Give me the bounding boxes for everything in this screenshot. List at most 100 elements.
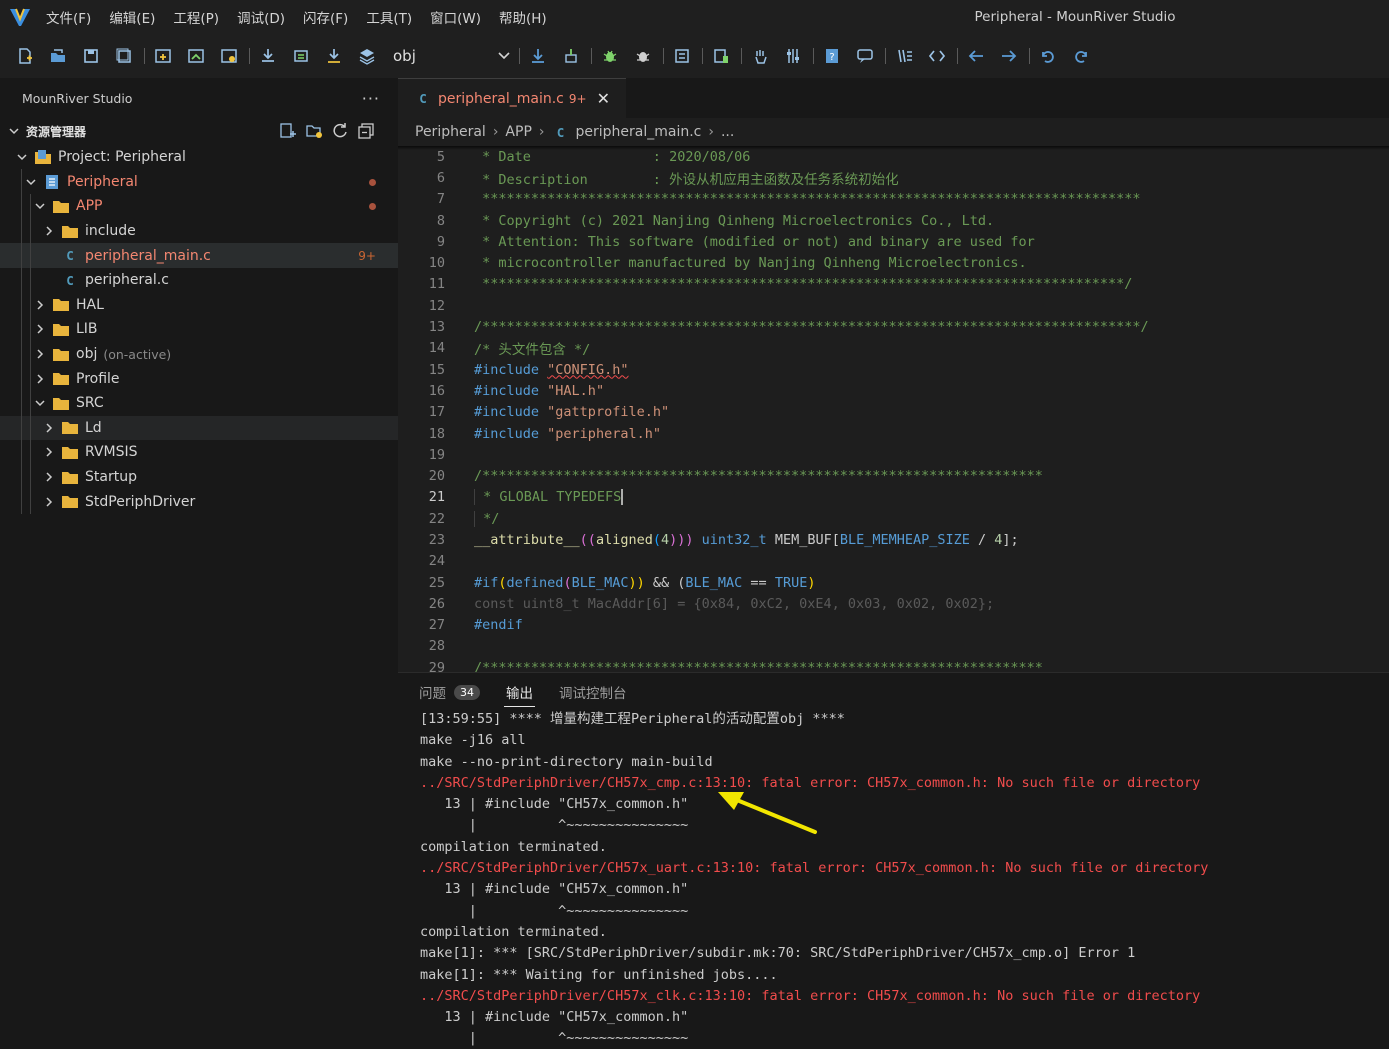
tree-item-startup[interactable]: Startup: [0, 465, 398, 490]
chevron-right-icon: [41, 223, 57, 239]
collapse-all-icon[interactable]: [356, 121, 376, 141]
code-keyword: #include: [474, 361, 540, 378]
tree-item-peripheral-c[interactable]: C peripheral.c: [0, 268, 398, 293]
format-code-icon[interactable]: [891, 43, 917, 69]
tree-item-obj[interactable]: obj (on-active): [0, 342, 398, 367]
c-file-icon: C: [556, 124, 565, 140]
menu-tools[interactable]: 工具(T): [366, 7, 412, 27]
menu-project[interactable]: 工程(P): [173, 7, 219, 27]
line-number: 13: [428, 319, 445, 336]
problem-count-badge: 34: [454, 684, 480, 700]
import-project-icon[interactable]: [183, 43, 209, 69]
build-config-select[interactable]: obj: [389, 43, 511, 69]
tree-item-app[interactable]: APP: [0, 194, 398, 219]
close-icon[interactable]: ✕: [597, 89, 610, 108]
menu-edit[interactable]: 编辑(E): [109, 7, 155, 27]
layers-icon[interactable]: [354, 43, 380, 69]
folder-icon: [61, 469, 79, 485]
debug-config-icon[interactable]: [630, 43, 656, 69]
refresh-icon[interactable]: [330, 121, 350, 141]
tree-item-src[interactable]: SRC: [0, 391, 398, 416]
code-editor[interactable]: 5 * Date : 2020/08/06 6 * Description : …: [398, 146, 1389, 672]
debug-bug-icon[interactable]: [597, 43, 623, 69]
chip-info-icon[interactable]: [708, 43, 734, 69]
folder-open-icon: [52, 395, 70, 411]
code-token: #if: [474, 574, 499, 591]
code-keyword: #include: [474, 404, 540, 421]
code-line: 18 #include "peripheral.h": [398, 423, 1389, 444]
help-book-icon[interactable]: ?: [819, 43, 845, 69]
output-line: make[1]: *** [SRC/StdPeriphDriver/subdir…: [420, 945, 1136, 962]
tree-item-include[interactable]: include: [0, 219, 398, 244]
tree-item-profile[interactable]: Profile: [0, 366, 398, 391]
chip-upload-icon[interactable]: [558, 43, 584, 69]
tree-item-lib[interactable]: LIB: [0, 317, 398, 342]
scroll-shadow: [398, 146, 1389, 150]
redo-icon[interactable]: [1068, 43, 1094, 69]
menu-flash[interactable]: 闪存(F): [303, 7, 348, 27]
code-token: defined: [506, 574, 564, 591]
new-file-icon[interactable]: [278, 121, 298, 141]
chat-icon[interactable]: [852, 43, 878, 69]
breadcrumb-item[interactable]: peripheral_main.c: [576, 124, 702, 140]
code-token: ((: [579, 531, 596, 548]
code-line: 20 /*************************************…: [398, 465, 1389, 486]
undo-icon[interactable]: [1035, 43, 1061, 69]
breadcrumb-item[interactable]: ...: [721, 124, 734, 140]
tree-item-label: RVMSIS: [85, 444, 138, 461]
tab-debug-console[interactable]: 调试控制台: [559, 673, 627, 711]
menu-window[interactable]: 窗口(W): [430, 7, 481, 27]
menu-debug[interactable]: 调试(D): [237, 7, 285, 27]
memory-view-icon[interactable]: [669, 43, 695, 69]
code-line: 16 #include "HAL.h": [398, 380, 1389, 401]
flash-download-icon[interactable]: [525, 43, 551, 69]
menu-help[interactable]: 帮助(H): [499, 7, 547, 27]
tree-item-rvmsis[interactable]: RVMSIS: [0, 440, 398, 465]
open-file-icon[interactable]: [45, 43, 71, 69]
tab-problems[interactable]: 问题 34: [419, 673, 480, 711]
tree-item-project[interactable]: Project: Peripheral: [0, 145, 398, 170]
code-string: "peripheral.h": [547, 425, 661, 442]
breadcrumb-item[interactable]: APP: [505, 124, 531, 140]
chevron-right-icon: [32, 346, 48, 362]
more-actions-icon[interactable]: ···: [362, 89, 380, 108]
save-all-icon[interactable]: [111, 43, 137, 69]
download-icon[interactable]: [321, 43, 347, 69]
navigate-forward-icon[interactable]: [996, 43, 1022, 69]
tree-item-stdperiphdriver[interactable]: StdPeriphDriver: [0, 489, 398, 514]
folder-open-icon: [52, 198, 70, 214]
menu-file[interactable]: 文件(F): [46, 7, 91, 27]
project-settings-icon[interactable]: [216, 43, 242, 69]
tree-item-peripheral-main-c[interactable]: C peripheral_main.c 9+: [0, 243, 398, 268]
code-text: */: [474, 510, 500, 527]
output-line: make -j16 all: [420, 732, 526, 749]
new-project-icon[interactable]: [150, 43, 176, 69]
tree-item-ld[interactable]: Ld: [0, 415, 398, 441]
tree-item-peripheral[interactable]: Peripheral: [0, 170, 398, 195]
explorer-actions: [278, 121, 376, 141]
line-number: 24: [428, 553, 445, 570]
code-token: BLE_MAC: [685, 574, 743, 591]
explorer-section-header[interactable]: 资源管理器: [0, 118, 398, 144]
new-file-icon[interactable]: [12, 43, 38, 69]
code-line: 11 *************************************…: [398, 274, 1389, 295]
hand-tool-icon[interactable]: [747, 43, 773, 69]
code-token: __attribute__: [474, 531, 580, 548]
output-console[interactable]: [13:59:55] **** 增量构建工程Peripheral的活动配置obj…: [420, 709, 1208, 1049]
code-brackets-icon[interactable]: [924, 43, 950, 69]
navigate-back-icon[interactable]: [963, 43, 989, 69]
menu-bar: 文件(F) 编辑(E) 工程(P) 调试(D) 闪存(F) 工具(T) 窗口(W…: [46, 7, 565, 27]
build-icon[interactable]: [255, 43, 281, 69]
save-icon[interactable]: [78, 43, 104, 69]
code-text: #endif: [474, 617, 523, 634]
new-folder-icon[interactable]: [304, 121, 324, 141]
tree-item-hal[interactable]: HAL: [0, 293, 398, 318]
output-error-line: ../SRC/StdPeriphDriver/CH57x_cmp.c:13:10…: [420, 774, 1201, 791]
rebuild-icon[interactable]: [288, 43, 314, 69]
tune-icon[interactable]: [780, 43, 806, 69]
breadcrumb-item[interactable]: Peripheral: [415, 124, 486, 140]
chevron-right-icon: [41, 469, 57, 485]
tab-peripheral-main-c[interactable]: C peripheral_main.c 9+ ✕: [398, 78, 626, 118]
tab-output[interactable]: 输出: [504, 673, 535, 711]
code-token: )): [628, 574, 645, 591]
